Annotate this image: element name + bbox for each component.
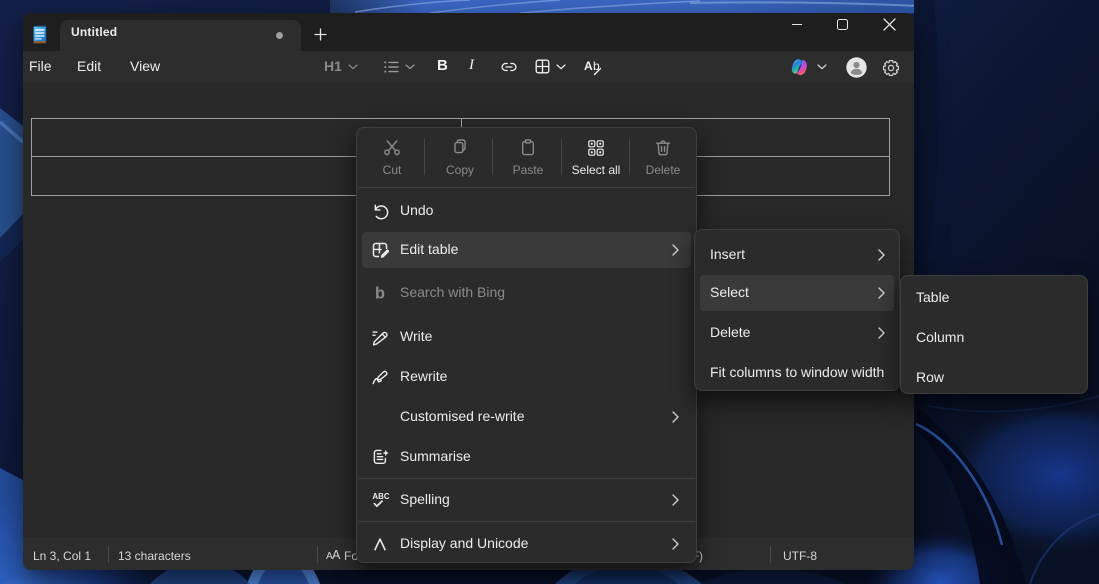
svg-text:b: b [375, 285, 385, 302]
svg-text:A: A [584, 59, 593, 73]
svg-text:ABC: ABC [372, 492, 389, 501]
